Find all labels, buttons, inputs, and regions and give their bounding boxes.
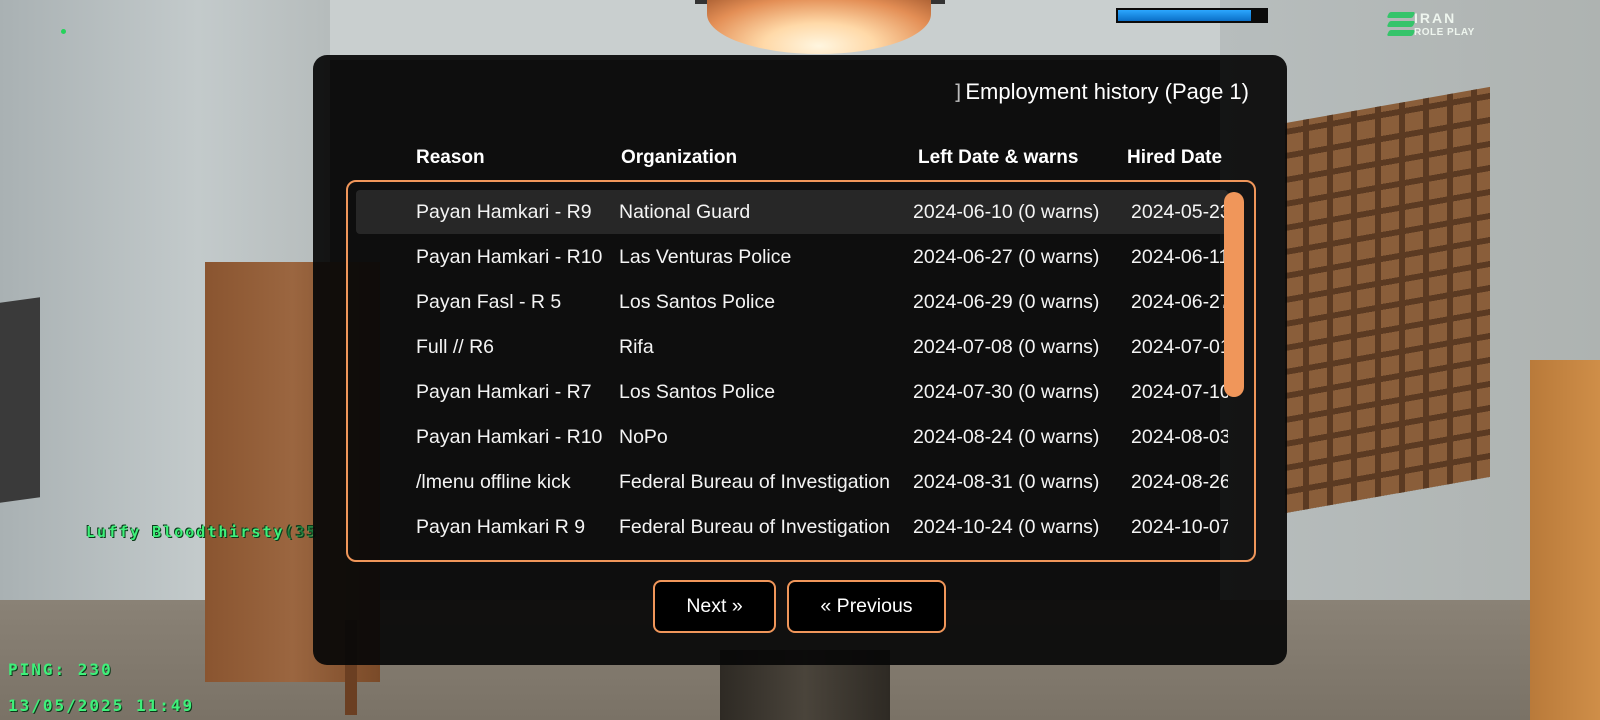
window-frame (0, 297, 40, 503)
reason-cell: Payan Hamkari - R7 (416, 381, 592, 403)
logo-subtext: ROLE PLAY (1414, 27, 1475, 38)
reason-cell: Payan Hamkari - R9 (416, 201, 592, 223)
title-bracket: ] (953, 80, 962, 104)
reason-cell: Payan Fasl - R 5 (416, 291, 562, 313)
server-logo: IRAN ROLE PLAY (1386, 10, 1484, 42)
logo-text: IRAN (1414, 10, 1457, 26)
organization-cell: Federal Bureau of Investigation (619, 471, 891, 493)
left-date-cell: 2024-07-08 (0 warns) (913, 336, 1100, 358)
reason-cell: Payan Hamkari - R10 (416, 426, 603, 448)
hired-date-cell: 2024-05-23 (1131, 201, 1228, 223)
reason-cell: /lmenu offline kick (416, 471, 571, 493)
left-date-cell: 2024-07-30 (0 warns) (913, 381, 1100, 403)
dialog-title: ] Employment history (Page 1) (954, 79, 1249, 105)
history-list[interactable]: Payan Hamkari - R9 National Guard 2024-06-… (346, 180, 1256, 562)
organization-cell: National Guard (619, 201, 751, 223)
player-nametag: Luffy Bloodthirsty(35 (86, 523, 318, 541)
health-bar (1116, 8, 1268, 23)
dialog-title-text: Employment history (Page 1) (965, 79, 1249, 104)
left-date-cell: 2024-06-10 (0 warns) (913, 201, 1100, 223)
left-date-cell: 2024-06-27 (0 warns) (913, 246, 1100, 268)
date-time-readout: 13/05/2025 11:49 (8, 696, 195, 715)
hired-date-cell: 2024-07-10 (1131, 381, 1228, 403)
table-row[interactable]: Payan Hamkari - R9 National Guard 2024-06-… (356, 190, 1228, 234)
hired-date-cell: 2024-06-27 (1131, 291, 1228, 313)
list-scrollbar[interactable] (1224, 192, 1244, 397)
health-bar-fill (1118, 10, 1252, 21)
column-header-left-date: Left Date & warns (918, 147, 1079, 168)
lattice-screen (1285, 86, 1490, 514)
left-date-cell: 2024-08-24 (0 warns) (913, 426, 1100, 448)
table-row[interactable]: Full // R6 Rifa 2024-07-08 (0 warns) 2024-0… (356, 325, 1228, 369)
column-header-hired-date: Hired Date (1127, 147, 1223, 168)
hired-date-cell: 2024-10-07 (1131, 516, 1228, 538)
hired-date-cell: 2024-07-01 (1131, 336, 1228, 358)
next-page-button[interactable]: Next » (653, 580, 776, 633)
logo-stripes-icon (1386, 12, 1416, 38)
table-row[interactable]: /lmenu offline kick Federal Bureau of Inv… (356, 460, 1228, 504)
column-header-organization: Organization (621, 147, 738, 168)
table-row[interactable]: Payan Fasl - R 5 Los Santos Police 2024-06… (356, 280, 1228, 324)
hired-date-cell: 2024-08-03 (1131, 426, 1228, 448)
table-row[interactable]: Payan Hamkari - R7 Los Santos Police 2024-… (356, 370, 1228, 414)
left-date-cell: 2024-06-29 (0 warns) (913, 291, 1100, 313)
left-date-cell: 2024-08-31 (0 warns) (913, 471, 1100, 493)
reason-cell: Payan Hamkari - R10 (416, 246, 603, 268)
history-list-rows: Payan Hamkari - R9 National Guard 2024-06-… (356, 190, 1228, 552)
hired-date-cell: 2024-08-26 (1131, 471, 1228, 493)
table-row[interactable]: Payan Hamkari - R10 NoPo 2024-08-24 (0 war… (356, 415, 1228, 459)
employment-history-dialog: ] Employment history (Page 1) Reason Orga… (313, 55, 1287, 665)
ping-readout: PING: 230 (8, 660, 113, 679)
organization-cell: NoPo (619, 426, 668, 448)
organization-cell: Federal Bureau of Investigation (619, 516, 891, 538)
previous-page-button[interactable]: « Previous (787, 580, 946, 633)
organization-cell: Rifa (619, 336, 654, 358)
player-name: Luffy Bloodthirsty (86, 523, 285, 541)
radar-dot (61, 29, 66, 34)
reason-cell: Payan Hamkari R 9 (416, 516, 586, 538)
table-row[interactable]: Payan Hamkari - R10 Las Venturas Police 20… (356, 235, 1228, 279)
hired-date-cell: 2024-06-11 (1131, 246, 1228, 268)
column-header-reason: Reason (416, 147, 485, 168)
organization-cell: Los Santos Police (619, 381, 776, 403)
door (1530, 360, 1600, 720)
reason-cell: Full // R6 (416, 336, 495, 358)
left-date-cell: 2024-10-24 (0 warns) (913, 516, 1100, 538)
organization-cell: Los Santos Police (619, 291, 776, 313)
organization-cell: Las Venturas Police (619, 246, 792, 268)
table-row[interactable]: Payan Hamkari R 9 Federal Bureau of Inves… (356, 505, 1228, 549)
